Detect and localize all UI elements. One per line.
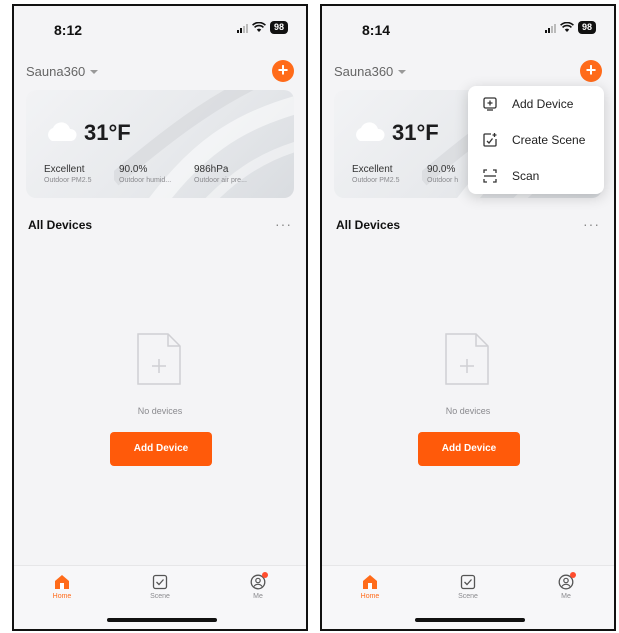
home-icon [55,575,69,589]
status-time: 8:14 [362,22,391,38]
menu-item-label: Create Scene [512,133,586,147]
battery-indicator: 98 [577,21,596,34]
metric-label: Outdoor PM2.5 [44,177,92,184]
cloud-icon [356,122,385,141]
menu-item-label: Add Device [512,97,574,111]
menu-item-scan[interactable]: Scan [468,158,604,194]
add-plus-button[interactable]: + [272,60,294,82]
tab-home[interactable]: Home [340,574,400,600]
home-header: Sauna360 + [26,60,294,84]
scene-icon [460,574,476,590]
menu-item-create-scene[interactable]: Create Scene [468,122,604,158]
metric-pm25: Excellent Outdoor PM2.5 [352,164,399,184]
wifi-icon [252,22,266,32]
metric-value: 986hPa [194,164,229,175]
metric-value: 90.0% [119,164,148,175]
temperature: 31°F [392,120,439,145]
tab-me[interactable]: Me [536,572,596,600]
home-selector[interactable]: Sauna360 [334,64,407,79]
status-icons: 98 [544,21,596,34]
temperature: 31°F [84,120,131,145]
home-name-label: Sauna360 [334,64,394,79]
caret-down-icon [90,69,99,74]
battery-indicator: 98 [269,21,288,34]
scene-icon [152,574,168,590]
phone-screen-home-menu: 8:14 98 Sauna360 + 31°F Excellent Outdoo… [320,4,616,631]
metric-value: Excellent [352,164,393,175]
phone-screen-home: 8:12 98 Sauna360 + 31°F Excellent Outdoo… [12,4,308,631]
metric-label: Outdoor humid... [119,177,172,184]
more-icon[interactable]: ··· [583,216,600,232]
add-device-icon [483,97,497,111]
home-selector[interactable]: Sauna360 [26,64,99,79]
metric-humidity: 90.0% Outdoor h [427,164,458,184]
tab-label: Scene [458,593,478,600]
wifi-icon [560,22,574,32]
home-icon [363,575,377,589]
tab-bar: Home Scene Me [14,565,306,629]
tab-bar: Home Scene Me [322,565,614,629]
status-bar: 8:12 98 [14,6,306,50]
tab-label: Me [561,593,571,600]
section-title: All Devices [28,218,93,232]
create-scene-icon [483,133,497,147]
tab-me[interactable]: Me [228,572,288,600]
all-devices-header: All Devices ··· [28,216,292,236]
add-menu-popover: Add Device Create Scene Scan [468,86,604,194]
metric-value: 90.0% [427,164,456,175]
home-indicator [415,618,525,622]
empty-document-icon [445,333,489,385]
status-bar: 8:14 98 [322,6,614,50]
tab-scene[interactable]: Scene [438,574,498,600]
tab-label: Scene [150,593,170,600]
cloud-icon [48,122,77,141]
empty-state-text: No devices [137,406,183,416]
caret-down-icon [398,69,407,74]
notification-dot [262,572,268,578]
menu-item-add-device[interactable]: Add Device [468,86,604,122]
metric-label: Outdoor h [427,177,459,184]
weather-card[interactable]: 31°F Excellent Outdoor PM2.5 90.0% Outdo… [26,90,294,198]
signal-icon [236,23,248,33]
metric-air-pressure: 986hPa Outdoor air pre... [194,164,247,184]
add-device-button[interactable]: Add Device [418,432,520,466]
more-icon[interactable]: ··· [275,216,292,232]
metric-value: Excellent [44,164,85,175]
empty-state-text: No devices [445,406,491,416]
tab-label: Home [52,593,72,600]
home-name-label: Sauna360 [26,64,86,79]
tab-label: Me [253,593,263,600]
empty-document-icon [137,333,181,385]
tab-label: Home [360,593,380,600]
home-indicator [107,618,217,622]
tab-scene[interactable]: Scene [130,574,190,600]
add-device-button[interactable]: Add Device [110,432,212,466]
metric-humidity: 90.0% Outdoor humid... [119,164,171,184]
tab-home[interactable]: Home [32,574,92,600]
metric-label: Outdoor PM2.5 [352,177,400,184]
status-time: 8:12 [54,22,83,38]
section-title: All Devices [336,218,401,232]
menu-item-label: Scan [512,169,540,183]
metric-label: Outdoor air pre... [194,177,247,184]
add-plus-button[interactable]: + [580,60,602,82]
status-icons: 98 [236,21,288,34]
signal-icon [544,23,556,33]
all-devices-header: All Devices ··· [336,216,600,236]
notification-dot [570,572,576,578]
metric-pm25: Excellent Outdoor PM2.5 [44,164,91,184]
scan-icon [483,169,497,183]
home-header: Sauna360 + [334,60,602,84]
